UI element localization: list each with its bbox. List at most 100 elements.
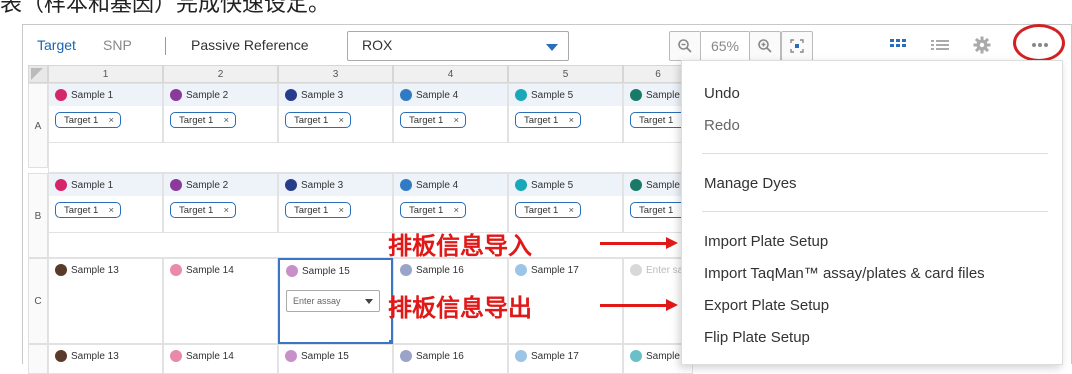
target-chip[interactable]: Target 1 × (515, 112, 581, 128)
target-label: Target 1 (409, 115, 444, 126)
well-c1[interactable]: Sample 13 (48, 258, 163, 344)
sample-color-dot (630, 89, 642, 101)
remove-target-icon[interactable]: × (453, 113, 459, 129)
remove-target-icon[interactable]: × (108, 203, 114, 219)
target-chip[interactable]: Target 1 × (55, 202, 121, 218)
well-d1[interactable]: Sample 13 (48, 344, 163, 374)
fit-to-screen-button[interactable] (781, 31, 813, 61)
fit-to-screen-icon (790, 39, 804, 53)
target-label: Target 1 (639, 205, 674, 216)
gear-icon (973, 36, 991, 54)
well-a4[interactable]: Sample 4 Target 1 × (393, 83, 508, 143)
sample-color-dot (286, 265, 298, 277)
well-a3[interactable]: Sample 3 Target 1 × (278, 83, 393, 143)
column-header[interactable]: 2 (163, 65, 278, 83)
column-header[interactable]: 1 (48, 65, 163, 83)
menu-item-flip-plate-setup[interactable]: Flip Plate Setup (704, 329, 810, 346)
row-header[interactable]: B (28, 173, 48, 258)
target-chip[interactable]: Target 1 × (55, 112, 121, 128)
remove-target-icon[interactable]: × (453, 203, 459, 219)
sample-color-dot (55, 264, 67, 276)
row-header[interactable]: C (28, 258, 48, 344)
well-c3-selected[interactable]: Sample 15 Enter assay (278, 258, 395, 346)
sample-color-dot (630, 179, 642, 191)
toolbar: Target SNP Passive Reference ROX 65% (23, 24, 1071, 65)
tab-snp[interactable]: SNP (103, 37, 132, 53)
settings-button[interactable] (969, 33, 995, 57)
sample-name: Sample 2 (186, 90, 229, 101)
well-c2[interactable]: Sample 14 (163, 258, 278, 344)
menu-item-redo[interactable]: Redo (704, 117, 740, 134)
sample-color-dot (170, 350, 182, 362)
target-chip[interactable]: Target 1 × (170, 202, 236, 218)
well-a1[interactable]: Sample 1 Target 1 × (48, 83, 163, 143)
target-chip[interactable]: Target 1 × (400, 112, 466, 128)
target-chip[interactable]: Target 1 × (170, 112, 236, 128)
zoom-in-button[interactable] (749, 31, 781, 61)
well-b5[interactable]: Sample 5 Target 1 × (508, 173, 623, 233)
menu-item-export-plate-setup[interactable]: Export Plate Setup (704, 297, 829, 314)
well-d5[interactable]: Sample 17 (508, 344, 623, 374)
passive-reference-label: Passive Reference (191, 37, 309, 53)
menu-item-import-taqman[interactable]: Import TaqMan™ assay/plates & card files (704, 265, 985, 282)
column-header[interactable]: 5 (508, 65, 623, 83)
passive-reference-select[interactable]: ROX (347, 31, 569, 61)
target-chip[interactable]: Target 1 × (515, 202, 581, 218)
assay-input[interactable]: Enter assay (286, 290, 380, 312)
sample-color-dot (170, 179, 182, 191)
well-b2[interactable]: Sample 2 Target 1 × (163, 173, 278, 233)
target-label: Target 1 (64, 115, 99, 126)
sample-color-dot (285, 350, 297, 362)
sample-color-dot (400, 179, 412, 191)
sample-name: Sample 4 (416, 180, 459, 191)
well-a2[interactable]: Sample 2 Target 1 × (163, 83, 278, 143)
column-header[interactable]: 3 (278, 65, 393, 83)
row-header[interactable]: A (28, 83, 48, 168)
menu-item-import-plate-setup[interactable]: Import Plate Setup (704, 233, 828, 250)
zoom-in-icon (758, 39, 772, 53)
zoom-out-button[interactable] (669, 31, 701, 61)
remove-target-icon[interactable]: × (108, 113, 114, 129)
sample-name: Sample 2 (186, 180, 229, 191)
sample-name: Sample 5 (531, 180, 574, 191)
sample-color-dot (400, 89, 412, 101)
chevron-down-icon[interactable] (365, 299, 373, 304)
passive-reference-value: ROX (362, 37, 393, 53)
target-label: Target 1 (524, 205, 559, 216)
sample-color-dot (630, 264, 642, 276)
well-b1[interactable]: Sample 1 Target 1 × (48, 173, 163, 233)
menu-item-undo[interactable]: Undo (704, 85, 740, 102)
menu-item-manage-dyes[interactable]: Manage Dyes (704, 175, 797, 192)
sample-color-dot (400, 350, 412, 362)
highlight-circle (1013, 24, 1065, 62)
well-d4[interactable]: Sample 16 (393, 344, 508, 374)
well-b4[interactable]: Sample 4 Target 1 × (393, 173, 508, 233)
remove-target-icon[interactable]: × (568, 203, 574, 219)
grid-view-button[interactable] (885, 33, 911, 57)
target-chip[interactable]: Target 1 × (285, 202, 351, 218)
target-chip[interactable]: Target 1 × (400, 202, 466, 218)
sample-name: Sample 16 (416, 351, 464, 362)
remove-target-icon[interactable]: × (223, 203, 229, 219)
sample-color-dot (170, 89, 182, 101)
tab-target[interactable]: Target (37, 37, 76, 53)
sample-name: Enter sa (646, 265, 684, 276)
remove-target-icon[interactable]: × (338, 203, 344, 219)
target-label: Target 1 (64, 205, 99, 216)
sample-color-dot (630, 350, 642, 362)
sample-name: Sample 1 (71, 180, 114, 191)
target-chip[interactable]: Target 1 × (285, 112, 351, 128)
well-a5[interactable]: Sample 5 Target 1 × (508, 83, 623, 143)
list-view-button[interactable] (927, 33, 953, 57)
remove-target-icon[interactable]: × (568, 113, 574, 129)
remove-target-icon[interactable]: × (338, 113, 344, 129)
well-d2[interactable]: Sample 14 (163, 344, 278, 374)
target-label: Target 1 (294, 115, 329, 126)
column-header[interactable]: 4 (393, 65, 508, 83)
sample-color-dot (285, 89, 297, 101)
remove-target-icon[interactable]: × (223, 113, 229, 129)
well-b3[interactable]: Sample 3 Target 1 × (278, 173, 393, 233)
well-d3[interactable]: Sample 15 (278, 344, 393, 374)
select-all-corner[interactable] (28, 65, 48, 83)
sample-name: Sample 14 (186, 351, 234, 362)
